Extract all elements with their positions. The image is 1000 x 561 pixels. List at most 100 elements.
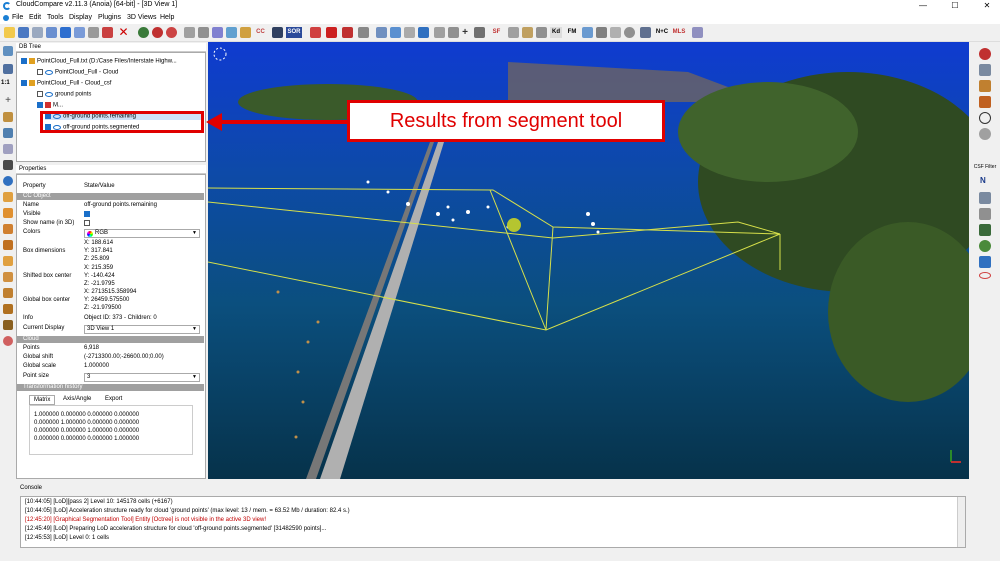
iso-view-1-icon[interactable]	[3, 288, 13, 298]
colors-select[interactable]: RGB ▼	[84, 229, 200, 238]
tree-item-ground[interactable]: ground points	[37, 91, 91, 98]
brush-icon[interactable]	[979, 96, 991, 108]
app-menu-icon[interactable]	[3, 15, 9, 21]
right-view-icon[interactable]	[3, 256, 13, 266]
add-icon[interactable]: +	[460, 27, 470, 38]
top-view-icon[interactable]	[3, 208, 13, 218]
kd-button[interactable]: Kd	[550, 27, 562, 38]
fm-button[interactable]: FM	[566, 27, 578, 38]
nc-button[interactable]: N+C	[654, 27, 670, 38]
close-button[interactable]: ✕	[974, 0, 1000, 12]
perspective-icon[interactable]	[3, 144, 13, 154]
line-width-icon[interactable]	[979, 80, 991, 92]
menu-help[interactable]: Help	[160, 14, 174, 21]
checkbox[interactable]	[21, 80, 27, 86]
sor-button[interactable]: SOR	[286, 27, 302, 38]
tab-axis-angle[interactable]: Axis/Angle	[59, 395, 95, 403]
point-size-select[interactable]: 3 ▼	[84, 373, 200, 382]
checkbox[interactable]	[37, 69, 43, 75]
open-folder-icon[interactable]	[4, 27, 15, 38]
menu-display[interactable]: Display	[69, 14, 92, 21]
subtract-icon[interactable]	[474, 27, 485, 38]
menu-tools[interactable]: Tools	[47, 14, 63, 21]
display-select[interactable]: 3D View 1 ▼	[84, 325, 200, 334]
checkbox[interactable]	[37, 102, 43, 108]
tool-icon-1[interactable]	[184, 27, 195, 38]
tree-item-m[interactable]: M...	[37, 102, 63, 109]
checkbox[interactable]	[37, 91, 43, 97]
tab-export[interactable]: Export	[101, 395, 126, 403]
show-name-checkbox[interactable]	[84, 220, 90, 226]
shield-icon[interactable]	[979, 128, 991, 140]
tree-item-file[interactable]: PointCloud_Full.txt (D:/Case Files/Inter…	[21, 58, 177, 65]
density-icon[interactable]	[522, 27, 533, 38]
stereo-icon[interactable]	[3, 336, 13, 346]
delete-icon[interactable]: ✕	[118, 26, 129, 38]
pivot-icon[interactable]	[3, 128, 13, 138]
merge-icon[interactable]	[60, 27, 71, 38]
checkbox[interactable]	[21, 58, 27, 64]
view-settings-icon[interactable]	[3, 46, 13, 56]
tree-item-csf[interactable]: PointCloud_Full - Cloud_csf	[21, 80, 111, 87]
register-icon[interactable]	[138, 27, 149, 38]
subsample-icon[interactable]	[74, 27, 85, 38]
minimize-button[interactable]: —	[910, 0, 936, 12]
left-view-icon[interactable]	[3, 224, 13, 234]
segment-icon[interactable]	[376, 27, 387, 38]
measure-icon[interactable]	[418, 27, 429, 38]
no-entry-icon[interactable]	[979, 48, 991, 60]
mesh-icon[interactable]	[102, 27, 113, 38]
tool-r4-icon[interactable]	[979, 240, 991, 252]
crosshair-icon[interactable]: +	[3, 96, 13, 106]
north-label[interactable]: N	[980, 176, 986, 185]
view-icon-4[interactable]	[624, 27, 635, 38]
prop-colors[interactable]: Colors RGB ▼	[17, 229, 204, 238]
point-size-icon[interactable]	[979, 64, 991, 76]
tool-icon-3[interactable]	[212, 27, 223, 38]
tool-r5-icon[interactable]	[979, 256, 991, 268]
tool-r3-icon[interactable]	[979, 224, 991, 236]
zoom-icon[interactable]	[3, 176, 13, 186]
view-icon-5[interactable]	[640, 27, 651, 38]
qr-icon[interactable]	[272, 27, 283, 38]
iso-view-3-icon[interactable]	[3, 320, 13, 330]
tool-r1-icon[interactable]	[979, 192, 991, 204]
compass-icon[interactable]	[979, 112, 991, 124]
visible-checkbox[interactable]	[84, 211, 90, 217]
menu-plugins[interactable]: Plugins	[98, 14, 121, 21]
tool-r2-icon[interactable]	[979, 208, 991, 220]
back-view-icon[interactable]	[3, 240, 13, 250]
iso-view-2-icon[interactable]	[3, 304, 13, 314]
align-icon[interactable]	[152, 27, 163, 38]
level-icon[interactable]	[3, 112, 13, 122]
picking-icon[interactable]	[390, 27, 401, 38]
mls-button[interactable]: MLS	[671, 27, 687, 38]
console-log[interactable]: [10:44:05] [LoD][pass 2] Level 10: 14517…	[20, 496, 966, 548]
cross-section-icon[interactable]	[342, 27, 353, 38]
save-icon[interactable]	[18, 27, 29, 38]
lighting-icon[interactable]	[3, 160, 13, 170]
menu-file[interactable]: File	[12, 14, 23, 21]
color-wheel-icon[interactable]	[166, 27, 177, 38]
sf-button[interactable]: SF	[490, 27, 503, 38]
grid-plane-icon[interactable]	[448, 27, 459, 38]
tool-icon-2[interactable]	[198, 27, 209, 38]
view-icon-1[interactable]	[582, 27, 593, 38]
menu-edit[interactable]: Edit	[29, 14, 41, 21]
front-view-icon[interactable]	[3, 192, 13, 202]
tab-matrix[interactable]: Matrix	[29, 395, 56, 405]
menu-3d-views[interactable]: 3D Views	[127, 14, 156, 21]
noise-icon[interactable]	[310, 27, 321, 38]
bottom-view-icon[interactable]	[3, 272, 13, 282]
view-icon-3[interactable]	[610, 27, 621, 38]
tool-r6-icon[interactable]	[979, 272, 991, 279]
label-icon[interactable]	[404, 27, 415, 38]
translate-icon[interactable]	[358, 27, 369, 38]
cc-tool-button[interactable]: CC	[254, 27, 267, 38]
tree-item-cloud[interactable]: PointCloud_Full - Cloud	[37, 69, 118, 76]
grid-icon[interactable]	[32, 27, 43, 38]
roughness-icon[interactable]	[536, 27, 547, 38]
filter-icon[interactable]	[508, 27, 519, 38]
scale-icon[interactable]	[434, 27, 445, 38]
view-icon-2[interactable]	[596, 27, 607, 38]
